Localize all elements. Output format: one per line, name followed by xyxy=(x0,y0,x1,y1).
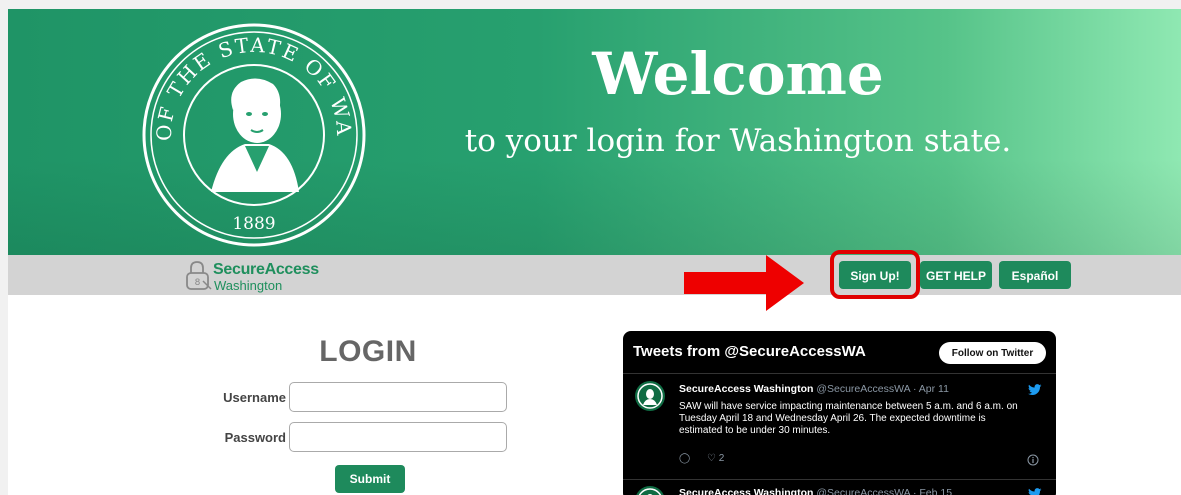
password-input[interactable] xyxy=(289,422,507,452)
twitter-feed-header: Tweets from @SecureAccessWA xyxy=(633,343,866,360)
tweet-text: SAW will have service impacting maintena… xyxy=(679,401,1018,436)
reply-icon[interactable]: ◯ xyxy=(679,453,690,464)
seal-avatar-icon xyxy=(638,488,662,495)
espanol-button[interactable]: Español xyxy=(999,261,1071,289)
welcome-heading: Welcome xyxy=(592,40,884,108)
welcome-subtitle: to your login for Washington state. xyxy=(464,123,1012,159)
info-icon[interactable] xyxy=(1027,454,1039,466)
svg-text:8: 8 xyxy=(195,278,201,288)
tweet-avatar[interactable] xyxy=(635,381,665,411)
like-count: 2 xyxy=(718,453,725,464)
page: THE SEAL OF THE STATE OF WASHINGTON 1889… xyxy=(8,9,1181,495)
state-seal-logo: THE SEAL OF THE STATE OF WASHINGTON 1889 xyxy=(141,22,366,247)
top-nav-bar: 8 SecureAccess Washington Sign Up! GET H… xyxy=(8,255,1181,311)
logo-subtitle: Washington xyxy=(214,278,283,293)
seal-avatar-icon xyxy=(637,383,663,409)
tweet-author[interactable]: SecureAccess Washington xyxy=(679,383,813,395)
tweet-meta: @SecureAccessWA · Apr 11 xyxy=(816,383,949,395)
logo-name: SecureAccess xyxy=(213,261,319,278)
twitter-bird-icon[interactable] xyxy=(1028,384,1042,396)
tweet-meta: @SecureAccessWA · Feb 15 xyxy=(816,487,953,495)
signup-highlight-box xyxy=(830,250,920,299)
heart-icon[interactable]: ♡ xyxy=(707,453,716,464)
twitter-feed-widget: Tweets from @SecureAccessWA Follow on Tw… xyxy=(623,331,1056,495)
follow-on-twitter-button[interactable]: Follow on Twitter xyxy=(939,342,1046,364)
login-title: LOGIN xyxy=(319,335,417,368)
tweet-actions: ◯ ♡ 2 xyxy=(679,453,724,464)
submit-button[interactable]: Submit xyxy=(335,465,405,493)
hero-banner: THE SEAL OF THE STATE OF WASHINGTON 1889… xyxy=(8,9,1181,255)
secureaccess-logo[interactable]: 8 SecureAccess Washington xyxy=(183,259,343,293)
password-label: Password xyxy=(224,430,286,445)
tweet-author[interactable]: SecureAccess Washington xyxy=(679,487,813,495)
username-label: Username xyxy=(223,390,286,405)
lock-icon: 8 xyxy=(186,261,212,290)
twitter-bird-icon[interactable] xyxy=(1028,488,1042,495)
username-input[interactable] xyxy=(289,382,507,412)
svg-text:1889: 1889 xyxy=(232,214,275,234)
red-arrow-annotation xyxy=(684,255,804,311)
get-help-button[interactable]: GET HELP xyxy=(920,261,992,289)
tweet-avatar[interactable] xyxy=(635,486,665,495)
